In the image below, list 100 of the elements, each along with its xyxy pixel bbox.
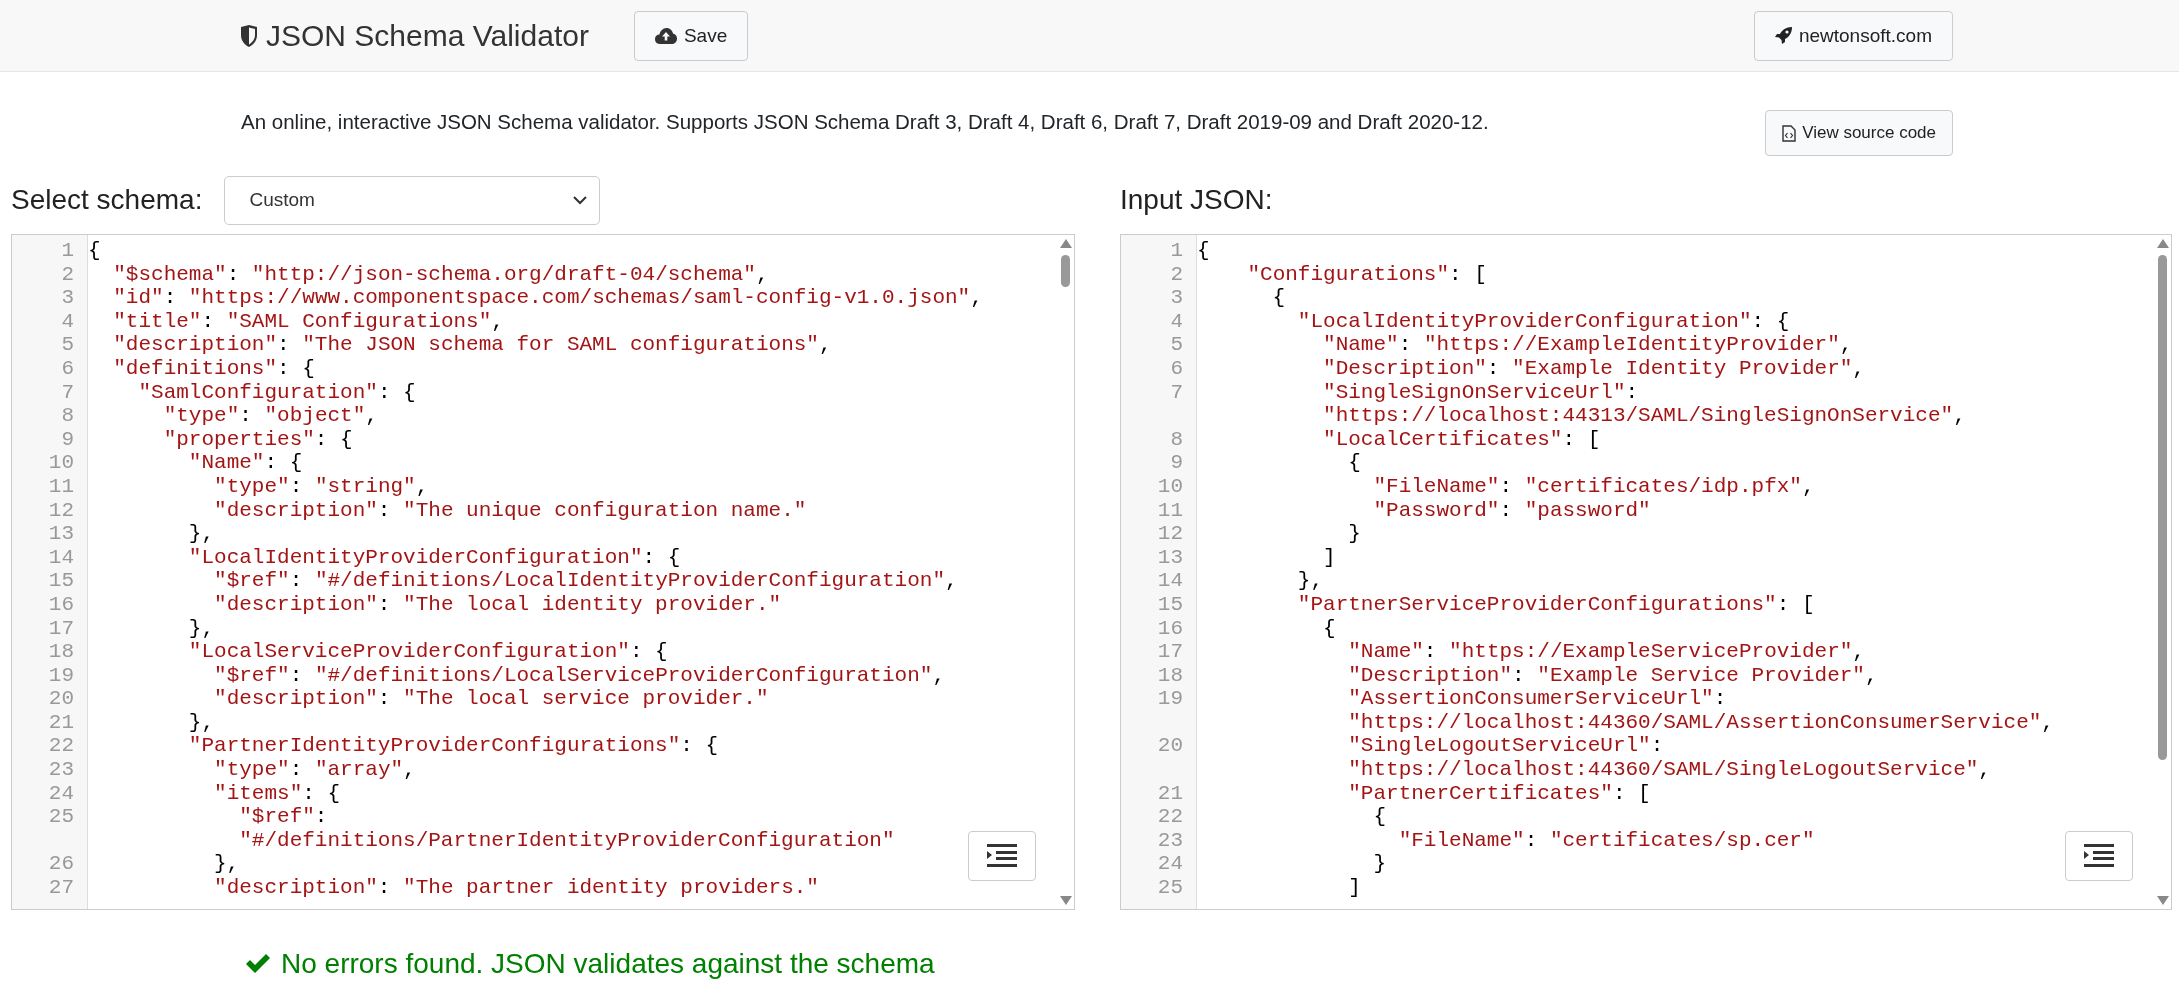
code-line: "Name": "https://ExampleServiceProvider", — [1347, 640, 1865, 664]
code-line: }, — [187, 616, 215, 641]
code-line: "SamlConfiguration": { — [137, 380, 416, 405]
line-number: 15 — [47, 569, 75, 593]
validation-message: No errors found. JSON validates against the schema — [281, 948, 935, 980]
input-label: Input JSON: — [1120, 184, 1273, 216]
line-number: 9 — [60, 427, 75, 452]
code-line: "$ref": — [238, 805, 328, 829]
code-line: "PartnerServiceProviderConfigurations": [ — [1296, 592, 1815, 617]
code-line: "properties": { — [162, 427, 353, 452]
indent-icon — [987, 844, 1017, 868]
code-line: ] — [1347, 876, 1361, 900]
line-number: 19 — [47, 663, 75, 688]
code-line: "SingleLogoutServiceUrl": — [1347, 734, 1664, 759]
line-number: 5 — [1169, 333, 1184, 357]
view-source-button[interactable]: View source code — [1765, 110, 1953, 156]
chevron-down-icon — [573, 195, 588, 205]
code-line: "description": "The partner identity providers." — [213, 876, 819, 900]
scroll-up-icon[interactable] — [2157, 239, 2169, 248]
line-number: 10 — [47, 451, 75, 475]
code-line: "PartnerIdentityProviderConfigurations": { — [187, 734, 719, 759]
scroll-down-icon[interactable] — [2157, 896, 2169, 905]
shield-icon — [240, 24, 258, 47]
scroll-down-icon[interactable] — [1060, 896, 1072, 905]
line-number: 19 — [1156, 687, 1184, 711]
code-line: { — [1271, 286, 1286, 310]
line-number: 17 — [1156, 640, 1184, 664]
indent-icon — [2084, 844, 2114, 868]
code-line: "FileName": "certificates/idp.pfx", — [1372, 474, 1815, 499]
code-line: "https://localhost:44360/SAML/AssertionConsumerService", — [1347, 710, 2054, 735]
code-line: "https://localhost:44313/SAML/SingleSignOnService", — [1322, 404, 1966, 428]
line-number: 6 — [1169, 356, 1184, 381]
line-number: 14 — [1156, 569, 1184, 593]
code-line: "type": "object", — [162, 404, 378, 428]
line-number: 5 — [60, 333, 75, 357]
line-number: 23 — [47, 758, 75, 782]
line-number: 15 — [1156, 592, 1184, 617]
website-link-button[interactable]: newtonsoft.com — [1753, 10, 1953, 61]
line-number: 25 — [1156, 876, 1184, 900]
line-number: 7 — [60, 380, 75, 405]
checkmark-icon — [245, 954, 271, 974]
line-number: 3 — [60, 286, 75, 310]
line-number: 12 — [1156, 522, 1184, 546]
code-line: "type": "string", — [213, 474, 429, 499]
format-button[interactable] — [968, 831, 1036, 881]
line-number: 3 — [1169, 286, 1184, 310]
code-line: "#/definitions/PartnerIdentityProviderConfiguration" — [238, 828, 895, 853]
scrollbar-thumb[interactable] — [1061, 255, 1070, 287]
code-line: "FileName": "certificates/sp.cer" — [1397, 828, 1815, 853]
line-number: 8 — [60, 404, 75, 428]
code-line: "LocalServiceProviderConfiguration": { — [187, 640, 668, 664]
scroll-up-icon[interactable] — [1060, 239, 1072, 248]
code-line: "description": "The local identity provider." — [213, 592, 782, 617]
line-number: 16 — [1156, 616, 1184, 641]
line-number: 18 — [1156, 663, 1184, 688]
code-line: "Name": { — [187, 451, 303, 475]
code-line: }, — [187, 710, 215, 735]
code-file-icon — [1782, 124, 1797, 142]
code-line: ] — [1322, 545, 1336, 570]
code-line: { — [88, 239, 101, 263]
save-button[interactable]: Save — [633, 10, 749, 61]
code-line: { — [1347, 451, 1361, 475]
app-title: JSON Schema Validator — [266, 18, 589, 53]
code-editor[interactable] — [11, 234, 1075, 910]
line-number: 24 — [47, 781, 75, 806]
code-line: "LocalIdentityProviderConfiguration": { — [187, 545, 681, 570]
schema-select[interactable]: Custom — [224, 175, 601, 225]
code-line: "LocalIdentityProviderConfiguration": { — [1296, 309, 1790, 334]
line-number: 2 — [1169, 262, 1184, 287]
code-line: { — [1322, 616, 1336, 641]
line-number: 4 — [1169, 309, 1184, 334]
code-line: "$ref": "#/definitions/LocalServiceProviderConfiguration", — [213, 663, 945, 688]
code-line: { — [1197, 239, 1210, 263]
scrollbar-thumb[interactable] — [2158, 255, 2167, 760]
code-line: "$schema": "http://json-schema.org/draft-04/schema", — [112, 262, 769, 287]
line-number: 17 — [47, 616, 75, 641]
line-number: 13 — [47, 522, 75, 546]
line-number: 2 — [60, 262, 75, 287]
code-line: "Password": "password" — [1372, 498, 1651, 523]
code-line: "title": "SAML Configurations", — [112, 309, 504, 334]
line-number: 22 — [47, 734, 75, 759]
code-line: "id": "https://www.componentspace.com/schemas/saml-config-v1.0.json", — [112, 286, 983, 310]
line-number: 9 — [1169, 451, 1184, 475]
code-line: "PartnerCertificates": [ — [1347, 781, 1651, 806]
format-button[interactable] — [2065, 831, 2133, 881]
line-number: 4 — [60, 309, 75, 334]
code-line: "Name": "https://ExampleIdentityProvider", — [1322, 333, 1853, 357]
code-line: "LocalCertificates": [ — [1322, 427, 1601, 452]
code-line: { — [1372, 805, 1387, 829]
line-number: 16 — [47, 592, 75, 617]
code-line: "type": "array", — [213, 758, 416, 782]
line-number: 23 — [1156, 828, 1184, 853]
line-number: 13 — [1156, 545, 1184, 570]
line-number: 21 — [1156, 781, 1184, 806]
line-number: 10 — [1156, 474, 1184, 499]
code-line: "$ref": "#/definitions/LocalIdentityProviderConfiguration", — [213, 569, 958, 593]
code-editor[interactable] — [1120, 234, 2172, 910]
line-number: 26 — [47, 852, 75, 877]
schema-label: Select schema: — [11, 184, 203, 216]
line-number: 1 — [60, 239, 75, 263]
